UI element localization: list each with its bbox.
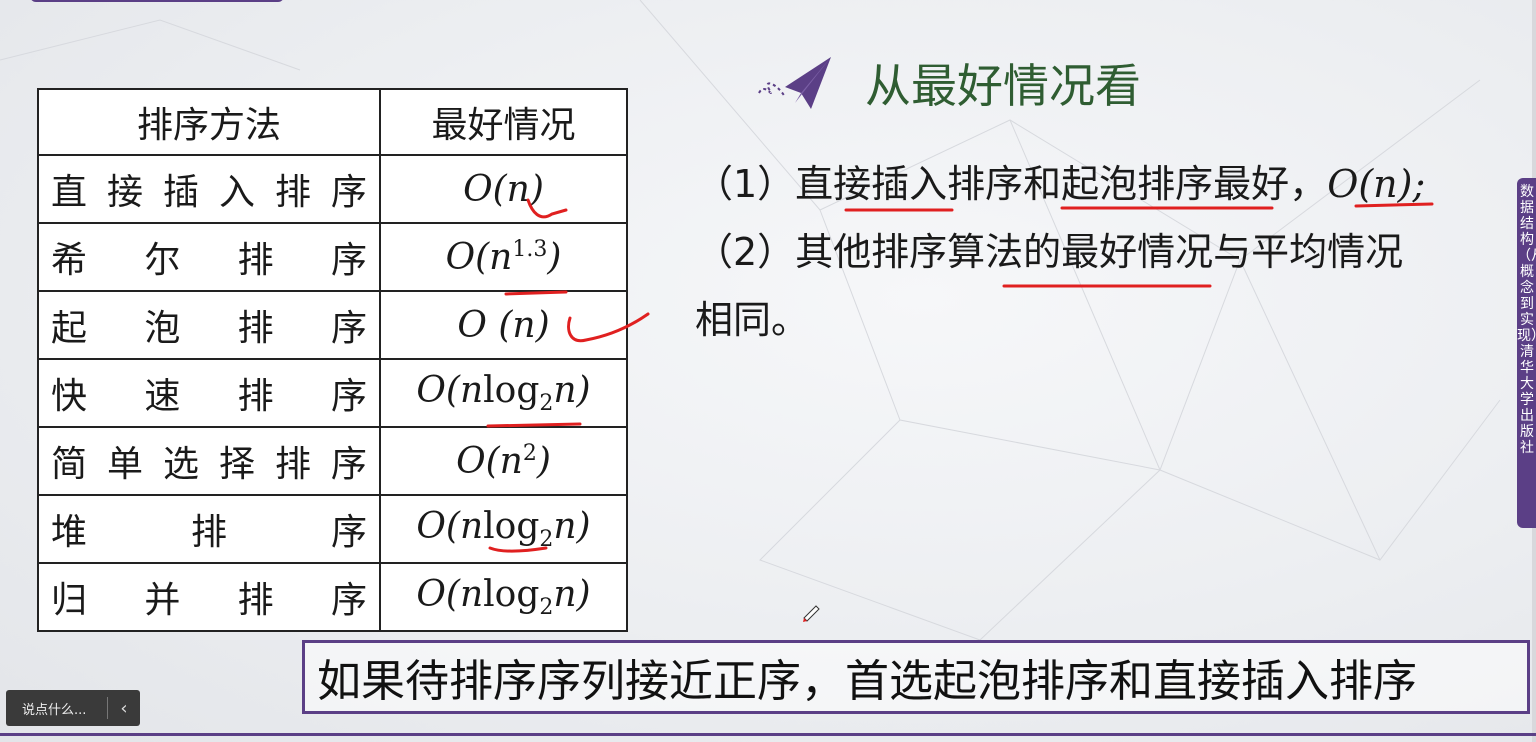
header-best-case: 最好情况 bbox=[379, 88, 628, 156]
complexity-value: O(n) bbox=[379, 154, 628, 224]
method-name: 归并排序 bbox=[51, 580, 367, 621]
complexity-value: O(nlog2n) bbox=[379, 562, 628, 632]
explanation-text: （1）直接插入排序和起泡排序最好，O(n); （2）其他排序算法的最好情况与平均… bbox=[695, 150, 1495, 354]
table-row: 归并排序 O(nlog2n) bbox=[37, 562, 628, 632]
point-2-cont: 相同。 bbox=[695, 298, 810, 342]
point-2: （2）其他排序算法的最好情况与平均情况 bbox=[695, 230, 1404, 274]
paper-plane-icon bbox=[758, 57, 831, 109]
complexity-value: O(nlog2n) bbox=[379, 494, 628, 564]
table-header-row: 排序方法 最好情况 bbox=[37, 88, 628, 156]
header-method: 排序方法 bbox=[37, 88, 381, 156]
section-heading: 从最好情况看 bbox=[755, 50, 1141, 116]
bottom-accent-line bbox=[0, 733, 1536, 736]
collapse-chevron-icon[interactable]: ‹ bbox=[108, 698, 140, 719]
point-1: （1）直接插入排序和起泡排序最好，O(n); bbox=[695, 162, 1426, 206]
method-name: 希尔排序 bbox=[51, 240, 367, 281]
method-name: 直接插入排序 bbox=[51, 172, 367, 213]
method-name: 起泡排序 bbox=[51, 308, 367, 349]
method-name: 堆排序 bbox=[51, 512, 367, 553]
table-row: 快速排序 O(nlog2n) bbox=[37, 358, 628, 428]
complexity-value: O(nlog2n) bbox=[379, 358, 628, 428]
table-row: 堆排序 O(nlog2n) bbox=[37, 494, 628, 564]
method-name: 简单选择排序 bbox=[51, 444, 367, 485]
chat-input[interactable]: 说点什么... bbox=[6, 699, 107, 718]
table-row: 希尔排序 O(n1.3) bbox=[37, 222, 628, 292]
table-row: 简单选择排序 O(n2) bbox=[37, 426, 628, 496]
sorting-complexity-table: 排序方法 最好情况 直接插入排序 O(n) 希尔排序 O(n1.3) 起泡排序 … bbox=[37, 88, 628, 632]
pen-cursor-icon bbox=[803, 605, 820, 622]
top-tab-indicator bbox=[30, 0, 284, 2]
chat-bar[interactable]: 说点什么... ‹ bbox=[6, 690, 140, 726]
side-tab-book-title[interactable]: 数据结构（从概念到实现）清华大学出版社 bbox=[1517, 178, 1536, 528]
method-name: 快速排序 bbox=[51, 376, 367, 417]
complexity-value: O (n) bbox=[379, 290, 628, 360]
table-row: 起泡排序 O (n) bbox=[37, 290, 628, 360]
table-row: 直接插入排序 O(n) bbox=[37, 154, 628, 224]
summary-banner: 如果待排序序列接近正序，首选起泡排序和直接插入排序 bbox=[302, 640, 1530, 714]
page-title: 从最好情况看 bbox=[865, 59, 1141, 113]
complexity-value: O(n2) bbox=[379, 426, 628, 496]
complexity-value: O(n1.3) bbox=[379, 222, 628, 292]
